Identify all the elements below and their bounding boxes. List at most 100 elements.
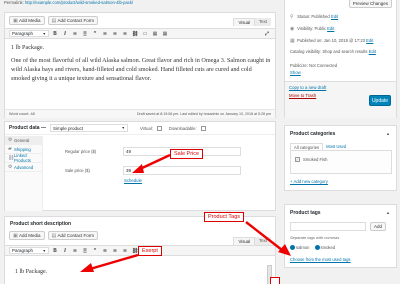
- permalink-row: Permalink: http://example.com/product/wi…: [4, 0, 276, 5]
- italic-icon[interactable]: I: [61, 248, 69, 254]
- add-tag-button[interactable]: Add: [370, 222, 387, 231]
- publish-actions: Copy to a new draft Move to Trash Update: [285, 81, 396, 118]
- toolbar-toggle-icon[interactable]: ▦: [151, 31, 159, 37]
- permalink-label: Permalink:: [4, 0, 24, 5]
- catalog-row: Catalog visibility: Shop and search resu…: [290, 49, 376, 54]
- chevron-down-icon: ▼: [42, 248, 46, 253]
- chevron-up-icon[interactable]: ▲: [386, 210, 390, 215]
- remove-tag-icon[interactable]: [314, 245, 320, 250]
- tags-title: Product tags: [290, 210, 321, 216]
- callout-edge: [270, 277, 280, 284]
- tab-linked-products-label: Linked Products: [14, 153, 31, 163]
- eye-icon: ◉: [290, 26, 295, 32]
- align-left-icon[interactable]: ≡: [101, 31, 109, 37]
- align-center-icon[interactable]: ≡: [111, 31, 119, 37]
- numbered-list-icon[interactable]: ≣: [81, 31, 89, 37]
- add-new-category-link[interactable]: + Add new category: [290, 179, 328, 184]
- link-icon[interactable]: ⛓: [131, 31, 139, 37]
- bold-icon[interactable]: B: [51, 248, 59, 254]
- editor-media-buttons: ▣ Add Media ▤ Add Contact Form: [9, 16, 99, 25]
- tag-item: smoked: [314, 245, 335, 250]
- categories-list: ✓ Smoked Fish: [290, 150, 392, 174]
- tags-help: Separate tags with commas: [290, 235, 340, 240]
- short-desc-format-select[interactable]: Paragraph ▼: [9, 247, 49, 254]
- category-checkbox[interactable]: ✓: [295, 157, 300, 162]
- draft-saved: Draft saved at 8:19:06 pm. Last edited b…: [136, 112, 271, 116]
- bold-icon[interactable]: B: [51, 31, 59, 37]
- catalog-edit-link[interactable]: Edit: [369, 49, 376, 54]
- tags-box: Product tags ▲ Add Separate tags with co…: [284, 204, 397, 268]
- virtual-checkbox[interactable]: [156, 125, 162, 131]
- product-data-label: Product data —: [9, 125, 46, 131]
- add-media-button[interactable]: ▣ Add Media: [9, 16, 45, 25]
- sale-price-callout: Sale Price: [170, 149, 204, 159]
- status-edit-link[interactable]: Edit: [331, 14, 338, 19]
- tab-advanced[interactable]: ⚙ Advanced: [5, 163, 42, 172]
- tab-linked-products[interactable]: ⛓ Linked Products: [5, 153, 42, 163]
- published-edit-link[interactable]: Edit: [366, 38, 373, 43]
- table-icon[interactable]: ▦: [161, 31, 169, 37]
- chevron-down-icon: ▼: [42, 31, 46, 36]
- category-item: ✓ Smoked Fish: [295, 157, 391, 162]
- short-description-title: Product short description: [10, 221, 72, 227]
- update-button[interactable]: Update: [369, 95, 391, 106]
- chevron-up-icon[interactable]: ▲: [386, 131, 390, 136]
- pin-icon: ⚲: [290, 14, 294, 20]
- main-editor: ▣ Add Media ▤ Add Contact Form Visual Te…: [4, 12, 276, 118]
- tab-visual[interactable]: Visual: [233, 18, 256, 26]
- published-on-text: Published on: Jan 10, 2018 @ 17:23: [297, 38, 365, 43]
- tab-general-label: General: [14, 137, 30, 143]
- short-desc-add-media-label: Add Media: [19, 233, 41, 238]
- visibility-edit-link[interactable]: Edit: [327, 26, 334, 31]
- short-desc-add-media-button[interactable]: ▣ Add Media: [9, 231, 45, 240]
- more-tag-icon[interactable]: ▭: [141, 31, 149, 37]
- published-on-row: ▦ Published on: Jan 10, 2018 @ 17:23 Edi…: [290, 38, 373, 44]
- publicize-show-link[interactable]: Show: [290, 70, 301, 75]
- editor-status-bar: Word count: 48 Draft saved at 8:19:06 pm…: [5, 109, 275, 118]
- short-desc-add-contact-form-button[interactable]: ▤ Add Contact Form: [47, 231, 99, 240]
- tab-shipping-label: Shipping: [14, 146, 31, 152]
- italic-icon[interactable]: I: [61, 31, 69, 37]
- copy-draft-link[interactable]: Copy to a new draft: [289, 85, 326, 90]
- publicize-text: Publicize: Not Connected: [290, 63, 338, 68]
- editor-title-line: 1 lb Package.: [11, 44, 45, 51]
- calendar-icon: ▦: [290, 38, 295, 44]
- chevron-down-icon: ▼: [121, 126, 125, 130]
- product-type-select[interactable]: Simple product ▼: [49, 124, 128, 132]
- editor-body-text: One of the most flavorful of all wild Al…: [11, 57, 271, 82]
- regular-price-label: Regular price ($): [65, 149, 97, 154]
- tab-text[interactable]: Text: [255, 18, 271, 26]
- short-desc-content[interactable]: 1 lb Package.: [15, 269, 47, 275]
- editor-mode-tabs: Visual Text: [233, 18, 271, 26]
- add-contact-form-button[interactable]: ▤ Add Contact Form: [47, 16, 99, 25]
- blockquote-icon[interactable]: “: [91, 31, 99, 37]
- permalink-link[interactable]: http://example.com/product/wild-smoked-s…: [25, 0, 133, 5]
- add-contact-form-label: Add Contact Form: [57, 18, 95, 23]
- downloadable-checkbox[interactable]: [200, 125, 206, 131]
- short-desc-format-value: Paragraph: [12, 248, 34, 253]
- exerpt-arrow: [80, 253, 139, 272]
- bullet-list-icon[interactable]: ≡: [71, 31, 79, 37]
- status-text: Status: Published: [297, 14, 330, 19]
- short-desc-content-text: 1 lb Package.: [15, 269, 48, 275]
- publish-box: Preview Changes ⚲ Status: Published Edit…: [284, 0, 397, 118]
- editor-toolbar: Paragraph ▼ B I ≡ ≣ “ ≡ ≡ ≡ ⛓ ▭ ▦ ▦ ⤢: [5, 28, 275, 39]
- tag-input[interactable]: [290, 222, 366, 231]
- editor-content[interactable]: 1 lb Package. One of the most flavorful …: [11, 43, 271, 103]
- sale-price-label: Sale price ($): [65, 168, 90, 173]
- fullscreen-icon[interactable]: ⤢: [263, 31, 271, 37]
- word-count: Word count: 48: [9, 112, 35, 116]
- visibility-text: Visibility: Public: [297, 26, 326, 31]
- tab-general[interactable]: ⚙ General: [5, 136, 42, 145]
- move-to-trash-link[interactable]: Move to Trash: [289, 93, 316, 98]
- align-right-icon[interactable]: ≡: [121, 31, 129, 37]
- catalog-text: Catalog visibility: Shop and search resu…: [290, 49, 368, 54]
- tag-label: salmon: [296, 245, 310, 250]
- choose-tags-link[interactable]: Choose from the most used tags: [290, 257, 351, 262]
- schedule-link[interactable]: Schedule: [124, 178, 142, 183]
- short-desc-media-buttons: ▣ Add Media ▤ Add Contact Form: [9, 231, 99, 240]
- category-label: Smoked Fish: [303, 157, 328, 162]
- product-type-value: Simple product: [52, 125, 83, 131]
- preview-changes-button[interactable]: Preview Changes: [348, 0, 392, 8]
- format-select[interactable]: Paragraph ▼: [9, 30, 49, 37]
